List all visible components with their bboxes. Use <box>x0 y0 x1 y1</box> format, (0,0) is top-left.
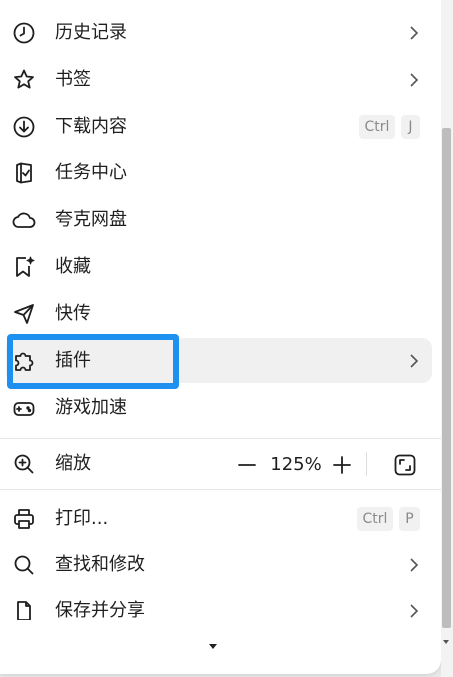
menu-item-label: 打印... <box>55 508 109 529</box>
printer-icon <box>11 506 37 532</box>
chevron-right-icon <box>404 70 424 90</box>
menu-item-label: 书签 <box>55 69 91 90</box>
zoom-label: 缩放 <box>55 453 91 474</box>
menu-item-label: 保存并分享 <box>55 600 145 620</box>
shortcut-key: P <box>399 507 420 531</box>
zoom-in-button[interactable] <box>331 455 353 475</box>
menu-item-bookmarks[interactable]: 书签 <box>0 57 441 103</box>
gamepad-icon <box>11 395 37 421</box>
menu-item-quick-transfer[interactable]: 快传 <box>0 291 441 337</box>
menu-item-game-boost[interactable]: 游戏加速 <box>0 385 441 431</box>
menu-item-label: 下载内容 <box>55 116 127 137</box>
menu-item-save-share[interactable]: 保存并分享 <box>0 588 441 620</box>
menu-item-print[interactable]: 打印... Ctrl P <box>0 496 441 542</box>
chevron-right-icon <box>404 555 424 575</box>
clock-icon <box>11 20 37 46</box>
browser-menu: 历史记录 书签 下载内容 Ctrl J 任务中心 夸克网盘 收藏 快传 插件 游… <box>0 0 441 674</box>
menu-item-history[interactable]: 历史记录 <box>0 10 441 56</box>
menu-item-label: 历史记录 <box>55 22 127 43</box>
bookmark-sparkle-icon <box>11 254 37 280</box>
chevron-right-icon <box>404 601 424 620</box>
menu-item-label: 任务中心 <box>55 162 127 183</box>
menu-item-find-edit[interactable]: 查找和修改 <box>0 542 441 588</box>
divider <box>0 489 441 490</box>
chevron-right-icon <box>404 351 424 371</box>
divider <box>0 438 441 439</box>
shortcut-key: Ctrl <box>359 115 395 139</box>
menu-item-quark-drive[interactable]: 夸克网盘 <box>0 197 441 243</box>
share-file-icon <box>11 598 37 620</box>
menu-item-label: 快传 <box>55 303 91 324</box>
menu-item-label: 夸克网盘 <box>55 209 127 230</box>
cloud-icon <box>11 207 37 233</box>
star-icon <box>11 67 37 93</box>
scrollbar-down-arrow-icon[interactable] <box>440 632 452 644</box>
task-icon <box>11 160 37 186</box>
download-icon <box>11 114 37 140</box>
menu-item-downloads[interactable]: 下载内容 Ctrl J <box>0 104 441 150</box>
search-icon <box>11 552 37 578</box>
menu-item-favorites[interactable]: 收藏 <box>0 244 441 290</box>
shortcut-key: Ctrl <box>357 507 393 531</box>
scroll-down-indicator-icon[interactable] <box>207 635 219 649</box>
chevron-right-icon <box>404 23 424 43</box>
highlight-box <box>7 334 179 389</box>
menu-item-label: 收藏 <box>55 256 91 277</box>
zoom-icon <box>11 451 37 477</box>
menu-item-label: 查找和修改 <box>55 554 145 575</box>
shortcut-key: J <box>401 115 420 139</box>
menu-item-label: 游戏加速 <box>55 397 127 418</box>
zoom-separator <box>366 452 367 476</box>
zoom-out-button[interactable] <box>236 455 258 475</box>
zoom-value: 125% <box>270 454 322 475</box>
menu-item-task-center[interactable]: 任务中心 <box>0 150 441 196</box>
fullscreen-button[interactable] <box>393 453 417 477</box>
scrollbar-thumb[interactable] <box>442 128 451 628</box>
menu-item-zoom: 缩放 <box>0 441 441 487</box>
paper-plane-icon <box>11 301 37 327</box>
